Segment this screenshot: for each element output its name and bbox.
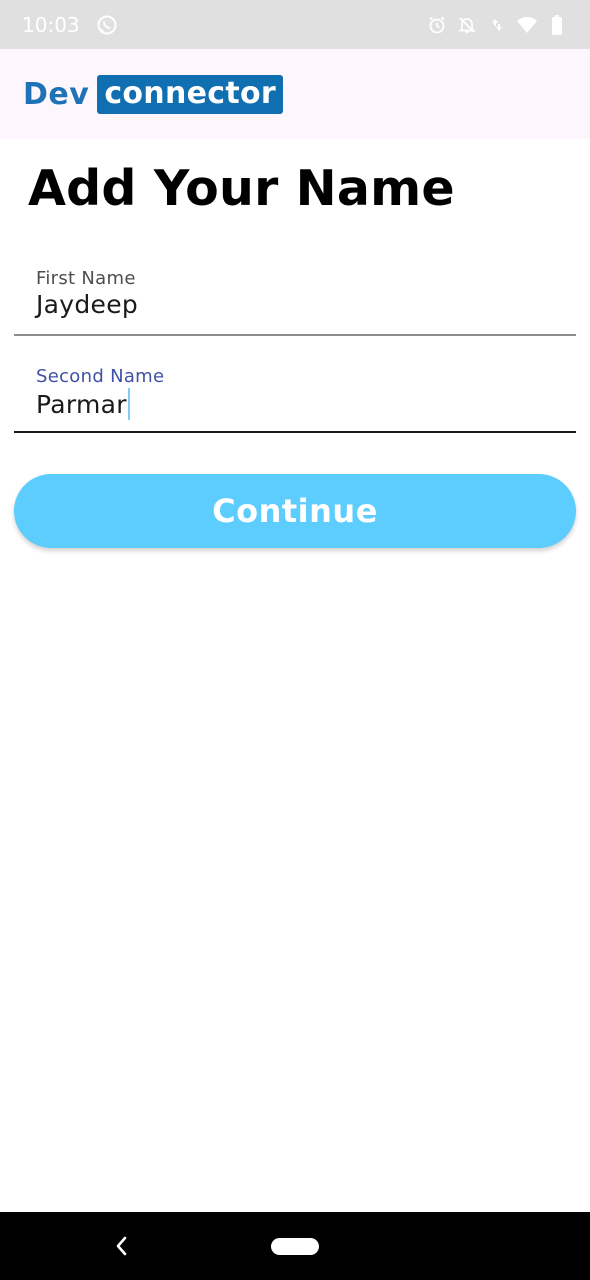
home-pill[interactable] — [271, 1238, 319, 1255]
first-name-input[interactable]: Jaydeep — [36, 290, 138, 319]
logo-connector-text: connector — [97, 74, 283, 114]
logo-dev-text: Dev — [23, 76, 90, 112]
continue-button[interactable]: Continue — [14, 474, 576, 548]
notifications-off-icon — [456, 14, 478, 36]
wifi-icon — [516, 14, 538, 36]
second-name-field[interactable]: Second Name Parmar — [14, 360, 576, 433]
first-name-label: First Name — [36, 268, 136, 289]
second-name-input[interactable]: Parmar — [36, 388, 130, 420]
screen: 10:03 Dev connector Add Your Name First … — [0, 0, 590, 1280]
text-cursor — [127, 388, 130, 420]
status-left: 10:03 — [22, 13, 118, 37]
first-name-field[interactable]: First Name Jaydeep — [14, 262, 576, 336]
second-name-label: Second Name — [36, 366, 165, 387]
first-name-value: Jaydeep — [36, 290, 139, 319]
app-bar: Dev connector — [0, 49, 590, 139]
battery-icon — [546, 14, 568, 36]
nav-bar — [0, 1212, 590, 1280]
status-bar: 10:03 — [0, 0, 590, 49]
status-right — [426, 14, 568, 36]
data-arrows-icon — [486, 14, 508, 36]
second-name-value: Parmar — [36, 389, 127, 419]
page-title: Add Your Name — [28, 160, 455, 217]
app-logo: Dev connector — [23, 74, 283, 114]
alarm-icon — [426, 14, 448, 36]
status-time: 10:03 — [22, 12, 80, 37]
back-icon[interactable] — [108, 1232, 134, 1260]
whatsapp-icon — [96, 14, 118, 36]
